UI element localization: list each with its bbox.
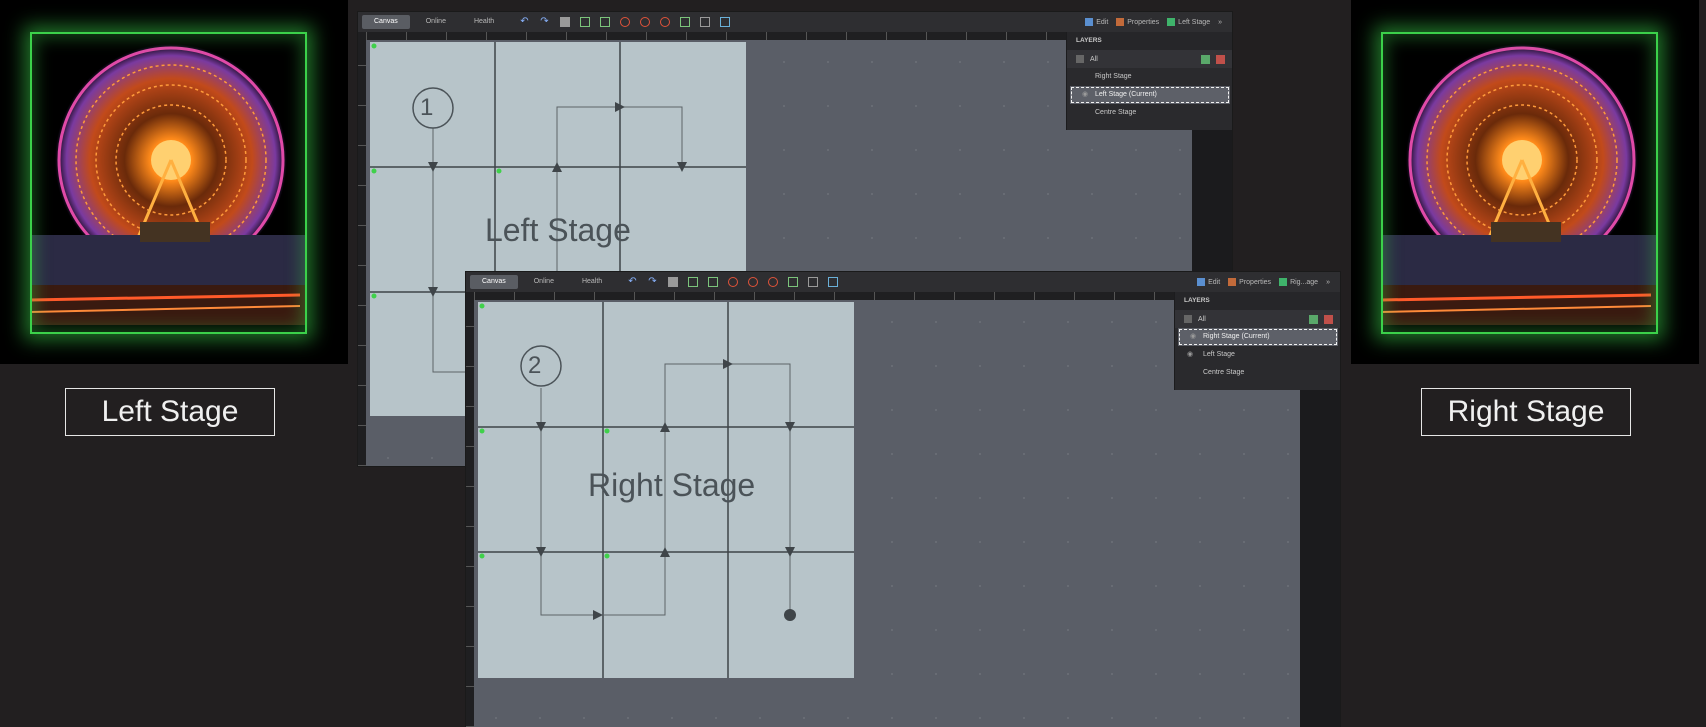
layer-item-centre-stage[interactable]: Centre Stage: [1175, 364, 1340, 382]
zoom-reset-icon[interactable]: [768, 277, 779, 287]
tab-online[interactable]: Online: [414, 15, 458, 29]
eye-icon[interactable]: ◉: [1187, 346, 1193, 364]
right-stage-label: Right Stage: [1421, 388, 1631, 436]
arrange-icon[interactable]: [688, 277, 699, 287]
stage-name-text: Right Stage: [588, 467, 756, 503]
vertical-ruler: [358, 32, 366, 466]
tab-health[interactable]: Health: [462, 15, 506, 29]
toolbar: Canvas Online Health ↶ ↷ Edit Properties…: [466, 272, 1340, 293]
layers-icon: [1279, 278, 1288, 286]
properties-button[interactable]: Properties: [1228, 278, 1271, 286]
layers-all-row[interactable]: All: [1175, 310, 1340, 328]
zoom-in-icon[interactable]: [640, 17, 651, 27]
toolbar: Canvas Online Health ↶ ↷ Edit Properties…: [358, 12, 1232, 33]
properties-button[interactable]: Properties: [1116, 18, 1159, 26]
zoom-out-icon[interactable]: [620, 17, 631, 27]
expand-icon[interactable]: »: [1326, 279, 1330, 286]
fit-icon[interactable]: [788, 277, 799, 287]
stage-number-badge: 2: [528, 352, 542, 379]
group-icon[interactable]: [708, 277, 719, 287]
zoom-in-icon[interactable]: [748, 277, 759, 287]
app-window-right-stage: Canvas Online Health ↶ ↷ Edit Properties…: [466, 272, 1340, 727]
delete-layer-icon[interactable]: [1216, 54, 1225, 64]
tab-health[interactable]: Health: [570, 275, 614, 289]
tab-online[interactable]: Online: [522, 275, 566, 289]
collapse-icon[interactable]: [1184, 315, 1192, 323]
eye-icon[interactable]: ◉: [1190, 328, 1196, 346]
layer-item-right-stage-current[interactable]: ◉ Right Stage (Current): [1178, 328, 1338, 346]
expand-icon[interactable]: »: [1218, 19, 1222, 26]
layers-title: LAYERS: [1067, 32, 1232, 50]
edit-button[interactable]: Edit: [1197, 278, 1220, 286]
left-stage-photo: [0, 0, 348, 364]
layers-button[interactable]: Rig...age: [1279, 278, 1318, 286]
layer-item-left-stage-current[interactable]: ◉ Left Stage (Current): [1070, 86, 1230, 104]
zoom-reset-icon[interactable]: [660, 17, 671, 27]
layers-panel: LAYERS All Right Stage ◉ Left Stage (Curr…: [1066, 32, 1232, 130]
edit-icon: [1085, 18, 1094, 26]
redo-icon[interactable]: ↷: [540, 17, 550, 27]
properties-icon: [1228, 278, 1237, 286]
layer-item-right-stage[interactable]: Right Stage: [1067, 68, 1232, 86]
layers-all-row[interactable]: All: [1067, 50, 1232, 68]
add-layer-icon[interactable]: [1309, 314, 1318, 324]
fit-selection-icon[interactable]: [808, 277, 819, 287]
redo-icon[interactable]: ↷: [648, 277, 658, 287]
tab-canvas[interactable]: Canvas: [362, 15, 410, 29]
layers-button[interactable]: Left Stage: [1167, 18, 1210, 26]
green-frame: [30, 32, 307, 334]
stage-grid[interactable]: 2 Right Stage: [478, 302, 854, 678]
layers-icon: [1167, 18, 1176, 26]
layers-title: LAYERS: [1175, 292, 1340, 310]
undo-icon[interactable]: ↶: [520, 17, 530, 27]
edit-icon: [1197, 278, 1206, 286]
properties-icon: [1116, 18, 1125, 26]
tab-canvas[interactable]: Canvas: [470, 275, 518, 289]
vertical-ruler: [466, 292, 474, 727]
fit-selection-icon[interactable]: [700, 17, 711, 27]
green-frame: [1381, 32, 1658, 334]
edit-button[interactable]: Edit: [1085, 18, 1108, 26]
collapse-icon[interactable]: [1076, 55, 1084, 63]
stage-number-badge: 1: [420, 94, 434, 121]
layer-item-centre-stage[interactable]: Centre Stage: [1067, 104, 1232, 122]
zoom-out-icon[interactable]: [728, 277, 739, 287]
layer-item-left-stage[interactable]: ◉ Left Stage: [1175, 346, 1340, 364]
grid-icon[interactable]: [560, 17, 571, 27]
stage-name-text: Left Stage: [485, 212, 631, 248]
right-stage-photo: [1351, 0, 1699, 364]
fit-icon[interactable]: [680, 17, 691, 27]
grid-icon[interactable]: [668, 277, 679, 287]
group-icon[interactable]: [600, 17, 611, 27]
add-layer-icon[interactable]: [1201, 54, 1210, 64]
undo-icon[interactable]: ↶: [628, 277, 638, 287]
eye-icon[interactable]: ◉: [1082, 86, 1088, 104]
layers-panel: LAYERS All ◉ Right Stage (Current) ◉ Left …: [1174, 292, 1340, 390]
layout-icon[interactable]: [828, 277, 839, 287]
arrange-icon[interactable]: [580, 17, 591, 27]
delete-layer-icon[interactable]: [1324, 314, 1333, 324]
left-stage-label: Left Stage: [65, 388, 275, 436]
layout-icon[interactable]: [720, 17, 731, 27]
